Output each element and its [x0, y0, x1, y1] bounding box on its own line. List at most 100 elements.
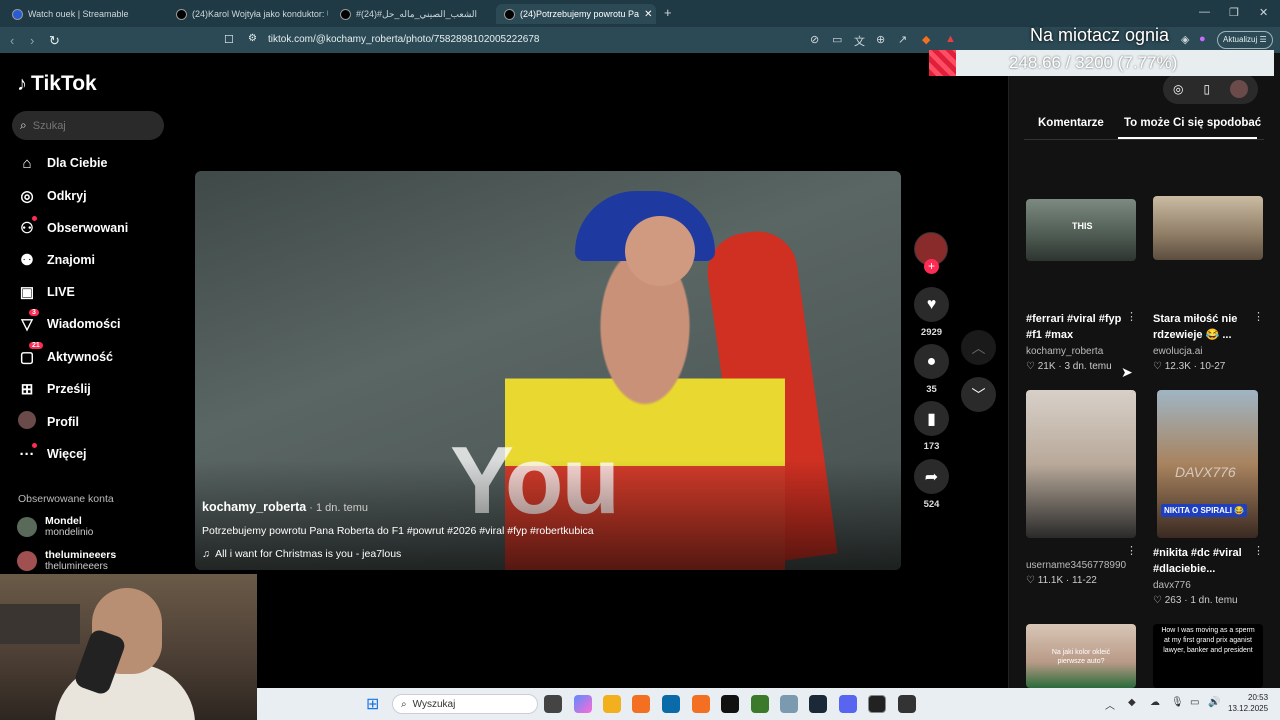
nav-item-profile[interactable]: Profil — [17, 411, 79, 433]
task-view-icon[interactable] — [544, 695, 562, 713]
tiktok-logo[interactable]: ♪ TikTok — [17, 72, 97, 96]
like-button[interactable]: ♥ — [914, 287, 949, 322]
suggested-video-thumbnail[interactable]: How I was moving as a sperm at my first … — [1153, 624, 1263, 688]
card-author[interactable]: davx776 — [1153, 580, 1191, 591]
store-icon[interactable] — [662, 695, 680, 713]
bookmark-icon[interactable]: ☐ — [224, 33, 234, 46]
browser-tab[interactable]: Watch ouek | Streamable — [4, 4, 164, 24]
nav-item-following[interactable]: ⚇ Obserwowani — [17, 216, 128, 239]
nav-item-activity[interactable]: ▢ 21 Aktywność — [17, 342, 113, 368]
taskbar-clock[interactable]: 20:53 13.12.2025 — [1228, 692, 1268, 714]
rewards-icon[interactable]: ▲ — [945, 33, 956, 45]
display-icon[interactable] — [780, 695, 798, 713]
video-music[interactable]: ♫ All i want for Christmas is you - jea7… — [202, 548, 401, 560]
suggested-video-thumbnail[interactable] — [1026, 390, 1136, 538]
more-options-icon[interactable]: ⋮ — [1126, 544, 1137, 557]
comment-count: 35 — [926, 384, 937, 395]
brave-icon[interactable] — [632, 695, 650, 713]
windows-start-icon[interactable]: ⊞ — [366, 694, 379, 714]
overlay-goal-title: Na miotacz ognia — [1030, 25, 1170, 45]
following-account[interactable]: thelumineeers thelumineeers — [17, 549, 116, 572]
brave-shield-icon[interactable]: ◆ — [922, 33, 930, 46]
brave-icon[interactable] — [692, 695, 710, 713]
suggested-video-thumbnail[interactable]: DAVX776 NIKITA O SPIRALI 😂 — [1157, 390, 1258, 538]
tracking-icon[interactable]: ⊘ — [810, 33, 819, 46]
share-button[interactable]: ➦ — [914, 459, 949, 494]
suggested-video-thumbnail[interactable]: THIS — [1026, 199, 1136, 261]
tray-mic-icon[interactable]: 🎙 — [1171, 697, 1184, 708]
browser-tab[interactable]: (24)Karol Wojtyła jako konduktor: Ur — [168, 4, 328, 24]
tray-volume-icon[interactable]: 🔊 — [1208, 697, 1220, 708]
reload-icon[interactable]: ↻ — [49, 33, 60, 49]
file-explorer-icon[interactable] — [603, 695, 621, 713]
profile-avatar-icon[interactable] — [1230, 80, 1249, 98]
nvidia-icon[interactable] — [751, 695, 769, 713]
card-author[interactable]: kochamy_roberta — [1026, 346, 1103, 357]
suggested-video-thumbnail[interactable] — [1153, 196, 1263, 260]
browser-tab-active[interactable]: (24)Potrzebujemy powrotu Pa ✕ — [496, 4, 656, 24]
ai-icon[interactable]: ● — [1199, 33, 1206, 45]
steam-icon[interactable] — [809, 695, 827, 713]
nav-item-explore[interactable]: ◎ Odkryj — [17, 185, 86, 207]
search-input[interactable] — [32, 119, 143, 132]
update-button[interactable]: Aktualizuj ☰ — [1217, 31, 1273, 49]
card-title[interactable]: #ferrari #viral #fyp #f1 #max — [1026, 311, 1126, 343]
maximize-icon[interactable]: ❐ — [1229, 6, 1239, 19]
zoom-icon[interactable]: ⊕ — [876, 33, 885, 46]
card-author[interactable]: ewolucja.ai — [1153, 346, 1202, 357]
bookmark-icon: ▮ — [927, 410, 936, 428]
tray-app-icon[interactable]: ◆ — [1128, 697, 1136, 708]
suggested-video-thumbnail[interactable]: Na jaki kolor okleić pierwsze auto? — [1026, 624, 1136, 688]
phone-icon[interactable]: ▯ — [1203, 82, 1210, 96]
nav-item-messages[interactable]: ▽ 3 Wiadomości — [17, 309, 121, 335]
more-options-icon[interactable]: ⋮ — [1253, 310, 1264, 323]
browser-tab[interactable]: #الشعب_الصيني_ماله_حل#(24) — [332, 4, 492, 24]
comment-button[interactable]: ● — [914, 344, 949, 379]
card-title[interactable]: #nikita #dc #viral #dlaciebie... — [1153, 545, 1253, 577]
close-window-icon[interactable]: ✕ — [1259, 6, 1268, 19]
card-meta: ♡ 12.3K · 10-27 — [1153, 361, 1226, 372]
card-author[interactable]: username3456778990 — [1026, 560, 1126, 571]
nav-item-for-you[interactable]: ⌂ Dla Ciebie — [17, 152, 107, 174]
nav-item-upload[interactable]: ⊞ Prześlij — [17, 378, 91, 400]
obs-icon[interactable] — [868, 695, 886, 713]
video-player[interactable]: You kochamy_roberta · 1 dn. temu Potrzeb… — [195, 171, 901, 570]
follow-plus-icon[interactable]: + — [924, 259, 939, 274]
previous-video-button[interactable]: ︿ — [961, 330, 996, 365]
terminal-icon[interactable] — [721, 695, 739, 713]
card-title[interactable]: Stara miłość nie rdzewieje 😂 ... — [1153, 311, 1253, 343]
url-field[interactable]: tiktok.com/@kochamy_roberta/photo/758289… — [268, 34, 539, 45]
minimize-icon[interactable]: — — [1199, 6, 1210, 18]
search-box[interactable]: ⌕ — [12, 111, 164, 140]
next-video-button[interactable]: ﹀ — [961, 377, 996, 412]
more-options-icon[interactable]: ⋮ — [1126, 310, 1137, 323]
nav-item-more[interactable]: ··· Więcej — [17, 442, 87, 465]
tray-cloud-icon[interactable]: ☁ — [1150, 697, 1160, 708]
translate-icon[interactable]: 文 — [854, 33, 865, 49]
author-name: kochamy_roberta — [202, 500, 307, 514]
discord-icon[interactable] — [839, 695, 857, 713]
copilot-icon[interactable] — [574, 695, 592, 713]
following-account[interactable]: Mondel mondelinio — [17, 515, 93, 538]
forward-icon[interactable]: › — [30, 33, 34, 48]
vpn-icon[interactable]: ◈ — [1181, 33, 1189, 46]
site-settings-icon[interactable]: ⚙ — [248, 33, 257, 44]
tray-chevron-icon[interactable]: ︿ — [1105, 697, 1115, 712]
cast-icon[interactable]: ▭ — [832, 33, 842, 46]
nav-item-friends[interactable]: ⚉ Znajomi — [17, 249, 95, 271]
share-icon[interactable]: ↗ — [898, 33, 907, 46]
home-icon: ⌂ — [22, 154, 32, 172]
back-icon[interactable]: ‹ — [10, 33, 14, 48]
tab-suggested[interactable]: To może Ci się spodobać — [1124, 117, 1261, 129]
nav-item-live[interactable]: ▣ LIVE — [17, 281, 75, 303]
tab-comments[interactable]: Komentarze — [1038, 117, 1104, 129]
save-button[interactable]: ▮ — [914, 401, 949, 436]
more-options-icon[interactable]: ⋮ — [1253, 544, 1264, 557]
new-tab-button[interactable]: + — [664, 5, 672, 20]
video-author[interactable]: kochamy_roberta · 1 dn. temu — [202, 500, 368, 514]
tray-network-icon[interactable]: ▭ — [1190, 697, 1199, 708]
app-icon[interactable] — [898, 695, 916, 713]
close-tab-icon[interactable]: ✕ — [644, 9, 652, 20]
taskbar-search[interactable]: ⌕ Wyszukaj — [392, 694, 538, 714]
compass-icon[interactable]: ◎ — [1173, 82, 1183, 96]
